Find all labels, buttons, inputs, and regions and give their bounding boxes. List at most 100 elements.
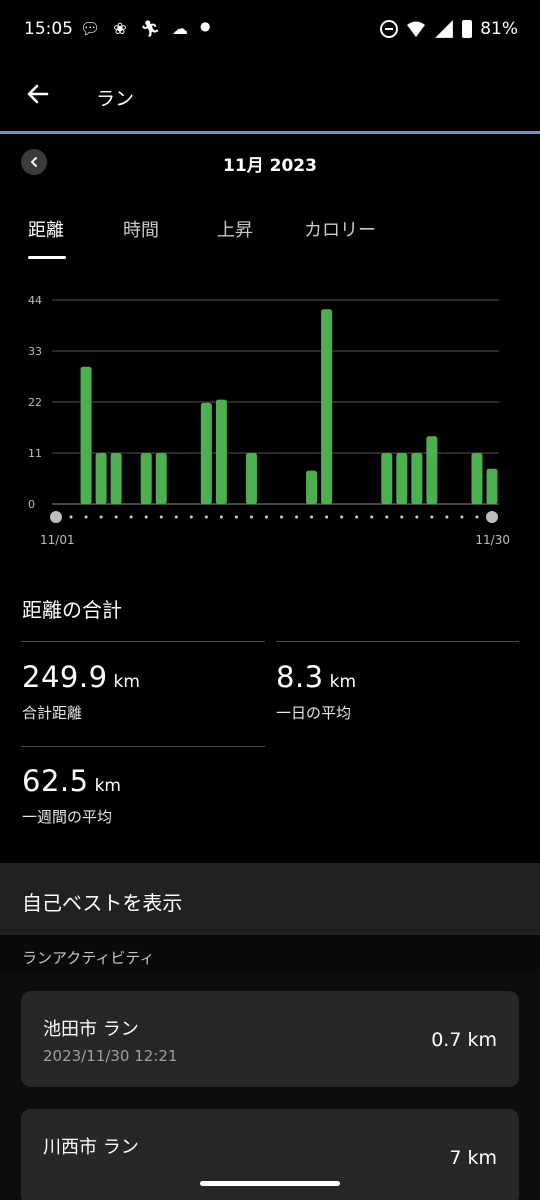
bar <box>396 453 408 504</box>
signal-icon <box>435 20 454 38</box>
day-dot <box>129 515 133 519</box>
day-dot <box>84 515 88 519</box>
day-dot <box>475 515 479 519</box>
battery-percent: 81% <box>480 19 518 39</box>
daily-average-stat: 8.3 km 一日の平均 <box>276 660 356 723</box>
day-dot <box>99 515 103 519</box>
y-tick-label: 22 <box>28 396 42 409</box>
stat-value: 62.5 <box>22 764 89 798</box>
y-tick-label: 0 <box>28 498 35 511</box>
x-start-label: 11/01 <box>40 533 75 547</box>
distance-bar-chart: 0 11 22 33 44 11/01 11/30 <box>28 294 510 547</box>
dnd-icon <box>380 20 399 38</box>
bar <box>471 453 483 504</box>
page-title: ラン <box>96 88 135 110</box>
home-indicator[interactable] <box>200 1181 340 1186</box>
activity-date: 2023/11/30 12:21 <box>43 1047 178 1065</box>
y-tick-label: 44 <box>28 294 42 307</box>
bar <box>321 309 333 504</box>
tab-elevation[interactable]: 上昇 <box>217 216 253 260</box>
bar <box>245 453 257 504</box>
month-label: 11月 2023 <box>223 156 317 176</box>
stat-unit: km <box>94 776 121 796</box>
stat-unit: km <box>329 672 357 692</box>
stat-label: 合計距離 <box>22 704 83 722</box>
chat-icon: 💬︎ <box>80 19 101 38</box>
bar <box>426 436 438 504</box>
personal-best-button[interactable]: 自己ベストを表示 <box>0 863 540 935</box>
bar <box>140 453 152 504</box>
bar <box>155 453 167 504</box>
battery-icon <box>462 20 473 38</box>
personal-best-label: 自己ベストを表示 <box>22 891 183 915</box>
day-dot <box>69 515 73 519</box>
stat-label: 一日の平均 <box>276 704 352 722</box>
day-dot <box>385 515 389 519</box>
status-bar: 15:05 💬︎ ❀ 🏃︎ ☁ ● 81% <box>0 0 540 62</box>
bar <box>411 453 423 504</box>
app-bar: ラン <box>0 62 540 132</box>
dot-icon: ● <box>200 19 211 33</box>
stat-value: 8.3 <box>276 660 324 694</box>
range-handle <box>50 511 62 523</box>
stat-label: 一週間の平均 <box>22 808 113 826</box>
weather-icon: ☁ <box>172 19 188 38</box>
day-dot <box>295 515 299 519</box>
totals-title: 距離の合計 <box>22 598 122 622</box>
day-dot <box>370 515 374 519</box>
arrow-left-icon <box>27 84 49 104</box>
bar <box>80 366 92 504</box>
metric-tabs: 距離 時間 上昇 カロリー <box>0 212 540 262</box>
bar <box>381 453 393 504</box>
day-dot <box>114 515 118 519</box>
day-dot <box>430 515 434 519</box>
y-tick-label: 33 <box>28 345 42 358</box>
y-tick-label: 11 <box>28 447 42 460</box>
day-dot <box>400 515 404 519</box>
bar <box>306 470 318 504</box>
stat-unit: km <box>113 672 140 692</box>
day-dot <box>280 515 284 519</box>
day-dot <box>189 515 193 519</box>
day-dot <box>445 515 449 519</box>
day-dot <box>159 515 163 519</box>
activity-card[interactable]: 川西市 ラン 7 km <box>21 1109 519 1200</box>
activity-title: 池田市 ラン <box>43 1019 139 1040</box>
bar <box>95 453 107 504</box>
bar <box>200 402 212 504</box>
activities-header: ランアクティビティ <box>0 935 540 971</box>
stat-divider <box>21 746 265 747</box>
notification-icons: 💬︎ ❀ 🏃︎ ☁ ● <box>80 19 210 38</box>
day-dot <box>460 515 464 519</box>
activity-title: 川西市 ラン <box>43 1137 139 1158</box>
back-button[interactable] <box>20 76 56 112</box>
bar <box>215 399 227 504</box>
runner-icon: 🏃︎ <box>140 19 161 38</box>
tab-time[interactable]: 時間 <box>123 216 159 260</box>
day-dot <box>355 515 359 519</box>
tab-distance[interactable]: 距離 <box>28 216 64 260</box>
activity-distance: 7 km <box>449 1147 497 1169</box>
day-dot <box>144 515 148 519</box>
active-tab-indicator <box>28 256 66 259</box>
month-selector: 11月 2023 <box>0 145 540 181</box>
day-dot <box>310 515 314 519</box>
day-dot <box>174 515 178 519</box>
header-divider <box>0 131 540 134</box>
activities-label: ランアクティビティ <box>22 949 155 967</box>
activity-distance: 0.7 km <box>431 1029 497 1051</box>
stat-divider <box>276 641 519 642</box>
stat-divider <box>21 641 265 642</box>
activity-card[interactable]: 池田市 ラン 2023/11/30 12:21 0.7 km <box>21 991 519 1087</box>
day-dot <box>325 515 329 519</box>
activities-list: 池田市 ラン 2023/11/30 12:21 0.7 km 川西市 ラン 7 … <box>0 970 540 1200</box>
day-dot <box>264 515 268 519</box>
tab-calories[interactable]: カロリー <box>304 216 376 260</box>
total-distance-stat: 249.9 km 合計距離 <box>22 660 140 723</box>
system-icons: 81% <box>380 19 518 39</box>
bar <box>110 453 122 504</box>
range-handle <box>486 511 498 523</box>
distance-chart[interactable]: 0 11 22 33 44 11/01 11/30 <box>0 280 540 570</box>
day-dot <box>415 515 419 519</box>
day-dot <box>340 515 344 519</box>
